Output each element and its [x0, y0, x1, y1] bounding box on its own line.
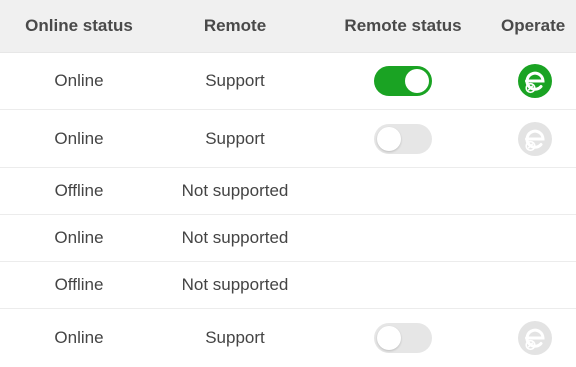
table-row: Offline Not supported — [0, 262, 576, 309]
remote-cell: Support — [205, 128, 265, 148]
online-status-cell: Online — [54, 328, 104, 347]
column-header-online-status: Online status — [25, 16, 133, 35]
online-status-cell: Offline — [54, 181, 104, 200]
remote-control-icon[interactable] — [517, 63, 553, 99]
remote-control-icon — [518, 321, 552, 355]
remote-cell: Not supported — [181, 228, 289, 247]
remote-cell: Support — [205, 328, 265, 347]
remote-status-toggle[interactable] — [374, 66, 432, 96]
remote-status-toggle[interactable] — [374, 323, 432, 353]
remote-cell: Support — [205, 71, 265, 90]
online-status-cell: Online — [54, 228, 104, 247]
remote-control-icon — [518, 121, 552, 156]
table-row: Offline Not supported — [0, 168, 576, 215]
online-status-cell: Online — [54, 71, 104, 90]
table-row: Online Support — [0, 309, 576, 367]
column-header-remote: Remote — [203, 16, 267, 35]
table-header: Online status Remote Remote status Opera… — [0, 0, 576, 53]
operate-cell — [494, 320, 576, 356]
online-status-cell: Online — [54, 128, 104, 148]
column-header-operate: Operate — [501, 16, 566, 35]
table-row: Online Support — [0, 53, 576, 110]
remote-status-cell — [312, 123, 494, 154]
table-row: Online Support — [0, 110, 576, 168]
column-header-remote-status: Remote status — [344, 16, 462, 35]
remote-cell: Not supported — [181, 275, 289, 294]
operate-cell — [494, 63, 576, 99]
toggle-knob — [377, 326, 401, 350]
remote-status-cell — [312, 323, 494, 353]
remote-status-cell — [312, 66, 494, 96]
remote-status-toggle[interactable] — [374, 123, 432, 154]
toggle-knob — [377, 126, 401, 151]
online-status-cell: Offline — [54, 275, 104, 294]
device-table: Online status Remote Remote status Opera… — [0, 0, 576, 367]
table-row: Online Not supported — [0, 215, 576, 262]
toggle-knob — [405, 69, 429, 93]
operate-cell — [494, 121, 576, 157]
remote-cell: Not supported — [181, 181, 289, 200]
